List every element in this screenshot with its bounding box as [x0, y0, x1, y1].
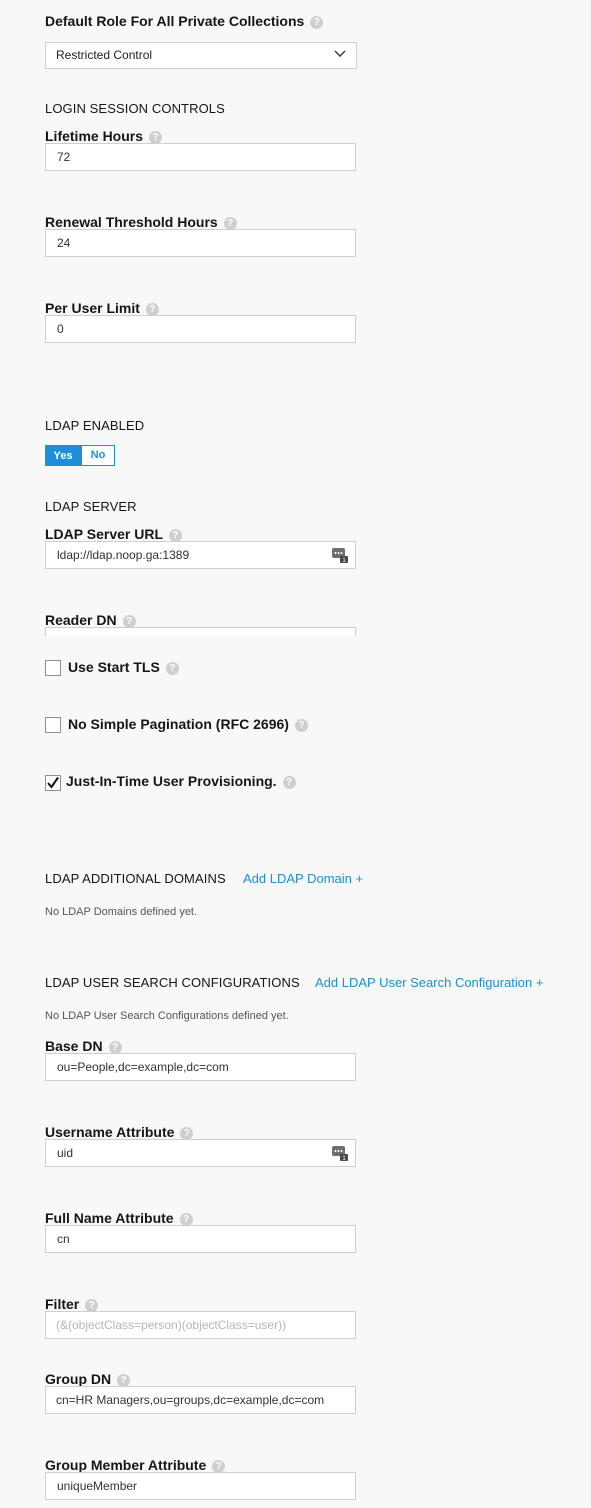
no-domains-text: No LDAP Domains defined yet.	[45, 906, 198, 918]
ldap-server-url-value: ldap://ldap.noop.ga:1389	[57, 548, 190, 562]
base-dn-input[interactable]: ou=People,dc=example,dc=com	[45, 1053, 356, 1081]
username-attribute-label: Username Attribute?	[45, 1124, 194, 1140]
help-icon[interactable]: ?	[282, 776, 296, 789]
default-role-select[interactable]: Restricted Control	[45, 42, 357, 69]
reader-dn-label: Reader DN?	[45, 612, 136, 628]
group-dn-label: Group DN?	[45, 1371, 131, 1387]
per-user-limit-value: 0	[57, 322, 64, 336]
no-simple-pagination-checkbox[interactable]	[45, 717, 61, 733]
group-member-attribute-label: Group Member Attribute?	[45, 1457, 226, 1473]
add-user-search-config-link[interactable]: Add LDAP User Search Configuration +	[315, 975, 543, 990]
per-user-limit-label-text: Per User Limit	[45, 300, 140, 316]
lifetime-hours-input[interactable]: 72	[45, 143, 356, 171]
filter-label: Filter?	[45, 1296, 99, 1312]
ldap-enabled-no-button[interactable]: No	[81, 445, 115, 466]
group-dn-value: cn=HR Managers,ou=groups,dc=example,dc=c…	[56, 1393, 325, 1407]
ldap-enabled-toggle: Yes No	[45, 445, 115, 466]
ldap-enabled-yes-button[interactable]: Yes	[45, 445, 81, 466]
default-role-selected: Restricted Control	[56, 48, 153, 62]
renewal-threshold-label-text: Renewal Threshold Hours	[45, 214, 218, 230]
filter-placeholder: (&(objectClass=person)(objectClass=user)…	[56, 1318, 287, 1332]
reader-dn-input[interactable]	[45, 627, 356, 636]
per-user-limit-input[interactable]: 0	[45, 315, 356, 343]
filter-label-text: Filter	[45, 1296, 80, 1312]
use-start-tls-label: Use Start TLS?	[68, 659, 179, 675]
no-simple-pagination-label-text: No Simple Pagination (RFC 2696)	[68, 716, 289, 732]
lifetime-hours-label: Lifetime Hours?	[45, 128, 163, 144]
additional-domains-section-title: LDAP ADDITIONAL DOMAINS	[45, 871, 226, 886]
use-start-tls-label-text: Use Start TLS	[68, 659, 160, 675]
renewal-threshold-label: Renewal Threshold Hours?	[45, 214, 237, 230]
full-name-attribute-value: cn	[57, 1232, 70, 1246]
help-icon[interactable]: ?	[165, 662, 179, 675]
base-dn-label-text: Base DN	[45, 1038, 103, 1054]
default-role-label-text: Default Role For All Private Collections	[45, 13, 305, 29]
no-search-configs-text: No LDAP User Search Configurations defin…	[45, 1010, 289, 1022]
login-session-section-title: LOGIN SESSION CONTROLS	[45, 101, 225, 116]
base-dn-label: Base DN?	[45, 1038, 122, 1054]
checkmark-icon	[47, 776, 59, 789]
lifetime-hours-label-text: Lifetime Hours	[45, 128, 144, 144]
password-manager-icon[interactable]: 1	[332, 1145, 349, 1162]
default-role-label: Default Role For All Private Collections…	[45, 13, 324, 29]
group-member-attribute-label-text: Group Member Attribute	[45, 1457, 207, 1473]
password-manager-icon[interactable]: 1	[332, 547, 349, 564]
full-name-attribute-input[interactable]: cn	[45, 1225, 356, 1253]
ldap-server-url-label: LDAP Server URL?	[45, 526, 183, 542]
ldap-server-url-label-text: LDAP Server URL	[45, 526, 164, 542]
full-name-attribute-label-text: Full Name Attribute	[45, 1210, 174, 1226]
no-simple-pagination-label: No Simple Pagination (RFC 2696)?	[68, 716, 308, 732]
use-start-tls-checkbox[interactable]	[45, 660, 61, 676]
lifetime-hours-value: 72	[57, 150, 71, 164]
group-member-attribute-input[interactable]: uniqueMember	[45, 1472, 356, 1500]
add-ldap-domain-link[interactable]: Add LDAP Domain +	[243, 871, 363, 886]
renewal-threshold-value: 24	[57, 236, 71, 250]
jit-provisioning-checkbox[interactable]	[45, 775, 61, 791]
filter-input[interactable]: (&(objectClass=person)(objectClass=user)…	[45, 1311, 356, 1339]
per-user-limit-label: Per User Limit?	[45, 300, 159, 316]
group-dn-label-text: Group DN	[45, 1371, 112, 1387]
ldap-server-url-input[interactable]: ldap://ldap.noop.ga:1389 1	[45, 541, 356, 569]
jit-provisioning-label-text: Just-In-Time User Provisioning.	[66, 773, 277, 789]
username-attribute-label-text: Username Attribute	[45, 1124, 175, 1140]
base-dn-value: ou=People,dc=example,dc=com	[57, 1060, 229, 1074]
jit-provisioning-label: Just-In-Time User Provisioning.?	[66, 773, 296, 789]
full-name-attribute-label: Full Name Attribute?	[45, 1210, 193, 1226]
reader-dn-label-text: Reader DN	[45, 612, 117, 628]
group-member-attribute-value: uniqueMember	[57, 1479, 138, 1493]
renewal-threshold-input[interactable]: 24	[45, 229, 356, 257]
ldap-server-section-title: LDAP SERVER	[45, 499, 137, 514]
help-icon[interactable]: ?	[310, 16, 324, 29]
ldap-enabled-section-title: LDAP ENABLED	[45, 418, 145, 433]
help-icon[interactable]: ?	[294, 719, 308, 732]
username-attribute-value: uid	[57, 1146, 74, 1160]
chevron-down-icon	[334, 50, 346, 57]
user-search-section-title: LDAP USER SEARCH CONFIGURATIONS	[45, 975, 300, 990]
username-attribute-input[interactable]: uid 1	[45, 1139, 356, 1167]
group-dn-input[interactable]: cn=HR Managers,ou=groups,dc=example,dc=c…	[45, 1386, 356, 1414]
